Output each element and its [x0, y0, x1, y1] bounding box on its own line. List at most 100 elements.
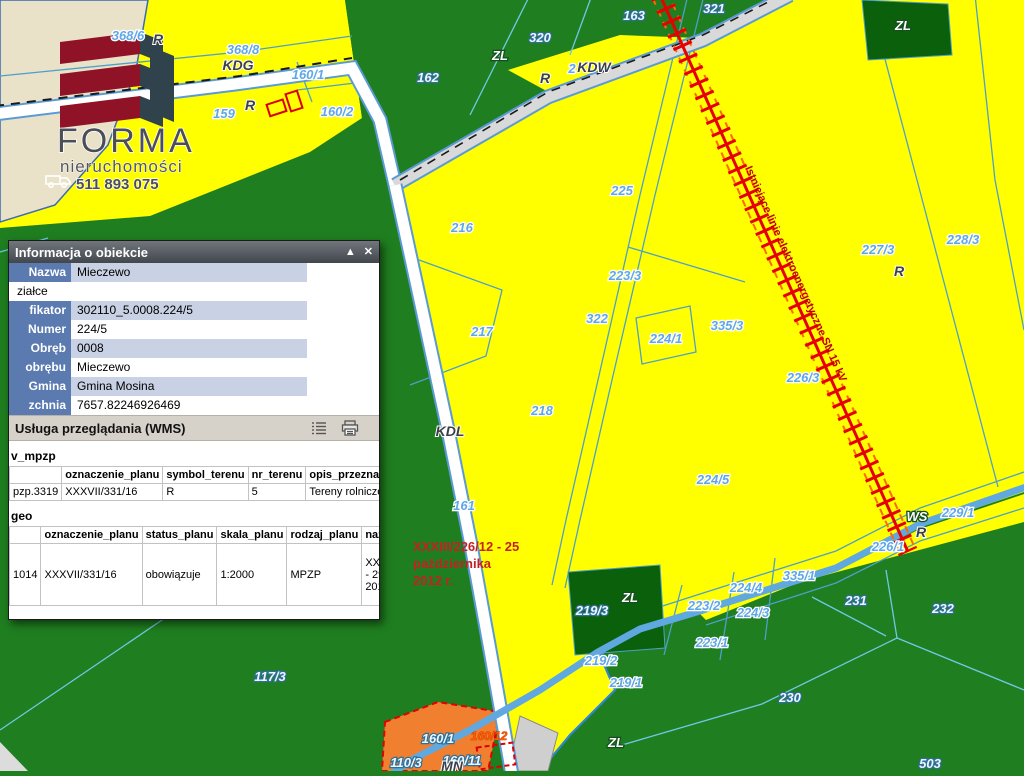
- parcel-label: 228/3: [946, 232, 980, 247]
- popup-titlebar[interactable]: Informacja o obiekcie ▲ ✕: [9, 241, 379, 263]
- parcel-label: 219/3: [575, 603, 609, 618]
- wms-table: oznaczenie_planusymbol_terenunr_terenuop…: [9, 466, 380, 501]
- parcel-label: 368/6: [112, 28, 145, 43]
- table-cell: 1014: [10, 544, 41, 606]
- parcel-label: 163: [623, 8, 645, 23]
- parcel-label: 223/3: [608, 268, 642, 283]
- zone-symbol-label: KDW: [577, 59, 612, 75]
- parcel-label: 160/1: [292, 67, 325, 82]
- parcel-label: 227/3: [861, 242, 895, 257]
- annotation-text: 2012 r.: [413, 573, 454, 588]
- parcel-label: 322: [586, 311, 608, 326]
- parcel-label: 229/1: [941, 505, 975, 520]
- logo-subtitle: nieruchomości: [60, 157, 183, 176]
- parcel-label: 223/1: [695, 635, 729, 650]
- parcel-label: 321: [703, 1, 725, 16]
- zone-symbol-label: R: [540, 70, 551, 86]
- zone-symbol-label: KDG: [222, 57, 253, 73]
- close-icon[interactable]: ✕: [364, 241, 373, 263]
- attribute-row: ziałce: [9, 282, 379, 301]
- zone-symbol-label: KDL: [436, 423, 465, 439]
- attribute-row: GminaGmina Mosina: [9, 377, 379, 396]
- zone-symbol-label: R: [153, 31, 164, 47]
- parcel-label: 231: [844, 593, 867, 608]
- parcel-label: 161: [453, 498, 475, 513]
- attribute-value: 0008: [71, 339, 307, 358]
- attribute-value: 224/5: [71, 320, 307, 339]
- parcel-label: ZL: [491, 48, 508, 63]
- table-header: rodzaj_planu: [287, 527, 362, 544]
- table-cell: 5: [248, 484, 306, 501]
- parcel-label: 160/12: [471, 729, 508, 743]
- wms-bar: Usługa przeglądania (WMS): [9, 415, 379, 441]
- parcel-label: 219/2: [584, 653, 618, 668]
- attribute-row: NazwaMieczewo: [9, 263, 379, 282]
- table-header: [10, 467, 62, 484]
- parcel-label: 110/3: [390, 755, 422, 770]
- table-cell: 1:2000: [217, 544, 287, 606]
- table-header: opis_przeznaczenia: [306, 467, 380, 484]
- attribute-label: ziałce: [9, 282, 74, 301]
- attribute-label: obrębu: [9, 358, 71, 377]
- parcel-label: 219/1: [609, 675, 643, 690]
- attribute-label: zchnia: [9, 396, 71, 415]
- parcel-label: 218: [530, 403, 553, 418]
- table-header: skala_planu: [217, 527, 287, 544]
- table-cell: XXXVII/331/1 - 29 września 2016 r.: [362, 544, 380, 606]
- parcel-label: 335/3: [711, 318, 744, 333]
- parcel-label: 224/4: [729, 580, 763, 595]
- parcel-label: 162: [417, 70, 439, 85]
- table-header: symbol_terenu: [163, 467, 248, 484]
- table-cell: Tereny rolnicze: [306, 484, 380, 501]
- attribute-value: Mieczewo: [71, 358, 307, 377]
- attribute-label: Gmina: [9, 377, 71, 396]
- object-info-popup: Informacja o obiekcie ▲ ✕ NazwaMieczewoz…: [8, 240, 380, 620]
- parcel-label: 232: [931, 601, 954, 616]
- attribute-value: Gmina Mosina: [71, 377, 307, 396]
- parcel-label: 224/3: [736, 605, 770, 620]
- annotation-text: października: [413, 556, 492, 571]
- table-header: oznaczenie_planu: [62, 467, 163, 484]
- annotation-text: XXXIII/226/12 - 25: [413, 539, 519, 554]
- table-header: nr_terenu: [248, 467, 306, 484]
- parcel-label: 160/2: [321, 104, 354, 119]
- attribute-value: Mieczewo: [71, 263, 307, 282]
- parcel-label: WS: [907, 509, 928, 524]
- parcel-label: 226/1: [871, 539, 905, 554]
- parcel-label: 320: [529, 30, 551, 45]
- wms-title: Usługa przeglądania (WMS): [15, 421, 185, 436]
- parcel-label: 223/2: [687, 598, 721, 613]
- table-header: status_planu: [142, 527, 217, 544]
- table-header: nazwa_plan: [362, 527, 380, 544]
- parcel-label: 335/1: [783, 568, 816, 583]
- attribute-table: NazwaMieczewoziałcefikator302110_5.0008.…: [9, 263, 379, 415]
- table-row: 1014XXXVII/331/16obowiązuje1:2000MPZPXXX…: [10, 544, 381, 606]
- popup-sections: v_mpzpoznaczenie_planusymbol_terenunr_te…: [9, 449, 379, 606]
- parcel-label: 225: [610, 183, 633, 198]
- attribute-row: zchnia7657.82246926469: [9, 396, 379, 415]
- attribute-label: Numer: [9, 320, 71, 339]
- parcel-label: 224/1: [649, 331, 683, 346]
- table-cell: MPZP: [287, 544, 362, 606]
- parcel-label: 216: [450, 220, 473, 235]
- attribute-row: fikator302110_5.0008.224/5: [9, 301, 379, 320]
- zone-symbol-label: R: [916, 524, 927, 540]
- table-cell: R: [163, 484, 248, 501]
- table-header: oznaczenie_planu: [41, 527, 142, 544]
- logo-name: FORMA: [57, 122, 195, 160]
- parcel-label: 230: [778, 690, 801, 705]
- print-icon[interactable]: [341, 420, 359, 436]
- parcel-label: 503: [919, 756, 941, 771]
- attribute-value: [74, 282, 310, 301]
- list-icon[interactable]: [311, 421, 327, 435]
- table-cell: XXXVII/331/16: [62, 484, 163, 501]
- parcel-label: ZL: [607, 735, 624, 750]
- logo-phone: 511 893 075: [76, 176, 159, 193]
- parcel-label: 368/8: [227, 42, 260, 57]
- popup-title: Informacja o obiekcie: [15, 245, 148, 260]
- zone-symbol-label: R: [245, 97, 256, 113]
- wms-table: oznaczenie_planustatus_planuskala_planur…: [9, 526, 380, 606]
- minimize-button[interactable]: ▲: [345, 241, 356, 263]
- zone-symbol-label: R: [894, 263, 905, 279]
- attribute-row: Numer224/5: [9, 320, 379, 339]
